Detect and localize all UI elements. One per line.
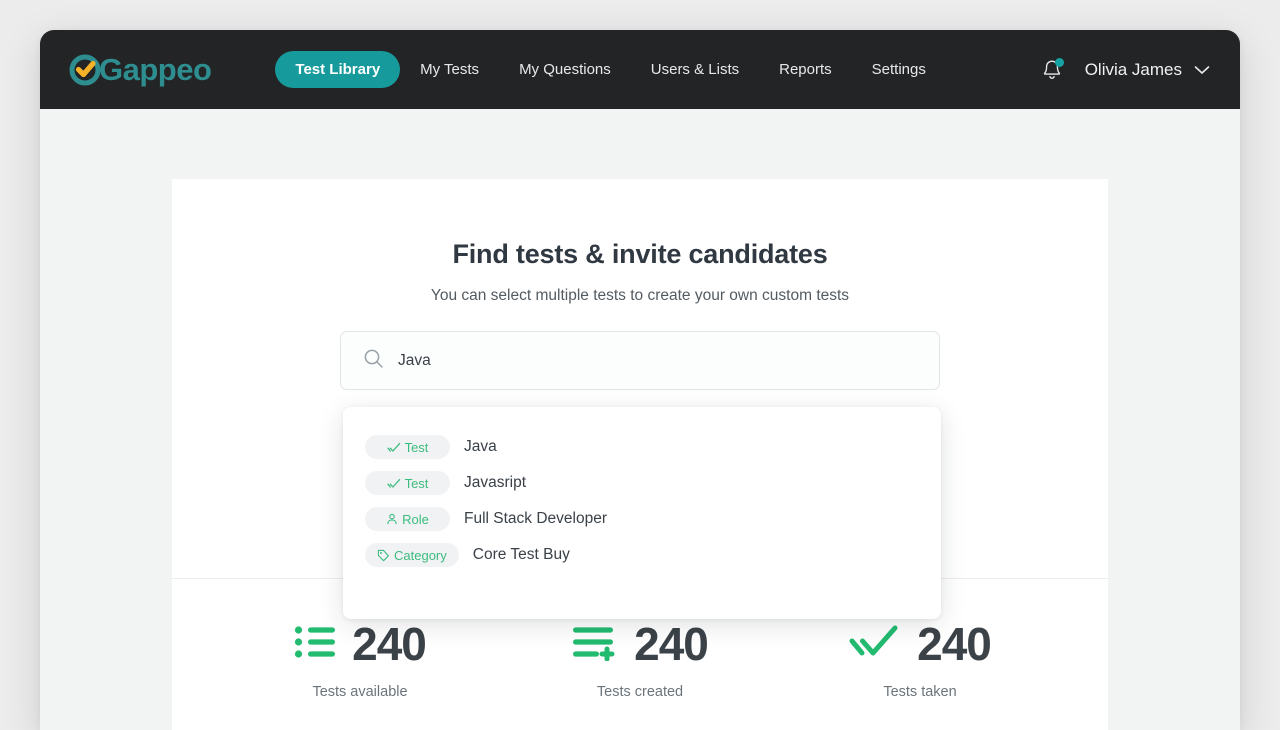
search-suggestions-dropdown: Test Java Test Javasript Role Full Stack… [343,407,941,619]
search-icon [363,348,384,374]
topbar-right-cluster: Olivia James [1041,57,1210,82]
suggestion-item-full-stack-developer[interactable]: Role Full Stack Developer [343,501,941,537]
gappeo-logo-icon [68,53,102,87]
suggestion-item-core-test-buy[interactable]: Category Core Test Buy [343,537,941,573]
double-check-icon [849,623,901,666]
suggestion-label: Core Test Buy [472,546,570,563]
suggestion-item-javascript[interactable]: Test Javasript [343,465,941,501]
page-subtitle: You can select multiple tests to create … [430,287,850,304]
list-plus-icon [572,623,618,666]
stat-tests-created: 240 Tests created [536,621,744,700]
nav-item-reports[interactable]: Reports [759,52,852,87]
nav-item-settings[interactable]: Settings [852,52,946,87]
suggestion-label: Full Stack Developer [464,510,608,527]
stat-value: 240 [352,618,427,670]
search-input-value: Java [398,351,431,369]
search-input[interactable]: Java [340,331,940,390]
nav-item-users-and-lists[interactable]: Users & Lists [631,52,759,87]
stat-label: Tests taken [883,684,957,700]
list-bullets-icon [294,623,336,666]
double-check-icon [386,442,400,452]
user-name: Olivia James [1084,59,1182,79]
stat-value: 240 [917,618,992,670]
app-window: Gappeo Test Library My Tests My Question… [40,30,1240,730]
find-tests-card: Find tests & invite candidates You can s… [172,179,1108,730]
user-menu[interactable]: Olivia James [1085,60,1210,80]
double-check-icon [386,478,400,488]
tag-icon [377,549,389,561]
top-navigation-bar: Gappeo Test Library My Tests My Question… [40,30,1240,109]
nav-item-my-tests[interactable]: My Tests [400,52,499,87]
stat-label: Tests created [596,684,684,700]
stat-label: Tests available [312,684,408,700]
main-nav: Test Library My Tests My Questions Users… [275,51,945,88]
page-title: Find tests & invite candidates [452,239,828,269]
badge-label: Test [404,475,429,491]
nav-item-my-questions[interactable]: My Questions [499,52,631,87]
suggestion-item-java[interactable]: Test Java [343,429,941,465]
stat-tests-available: 240 Tests available [256,621,464,700]
suggestion-label: Javasript [464,474,527,491]
suggestion-label: Java [464,438,497,455]
stat-value: 240 [634,618,709,670]
badge-role: Role [365,507,450,531]
chevron-down-icon [1194,60,1210,80]
bell-icon[interactable] [1041,57,1064,82]
badge-test: Test [365,435,450,459]
stat-tests-taken: 240 Tests taken [816,621,1024,700]
nav-item-test-library[interactable]: Test Library [275,51,401,88]
brand-logo[interactable]: Gappeo [68,52,212,87]
badge-label: Role [402,511,429,527]
page-content: Find tests & invite candidates You can s… [40,109,1240,730]
badge-label: Category [394,547,447,563]
person-icon [387,513,397,525]
badge-label: Test [404,439,429,455]
badge-test: Test [365,471,450,495]
notification-dot [1054,57,1064,67]
badge-category: Category [365,543,459,567]
brand-name: Gappeo [99,52,212,87]
